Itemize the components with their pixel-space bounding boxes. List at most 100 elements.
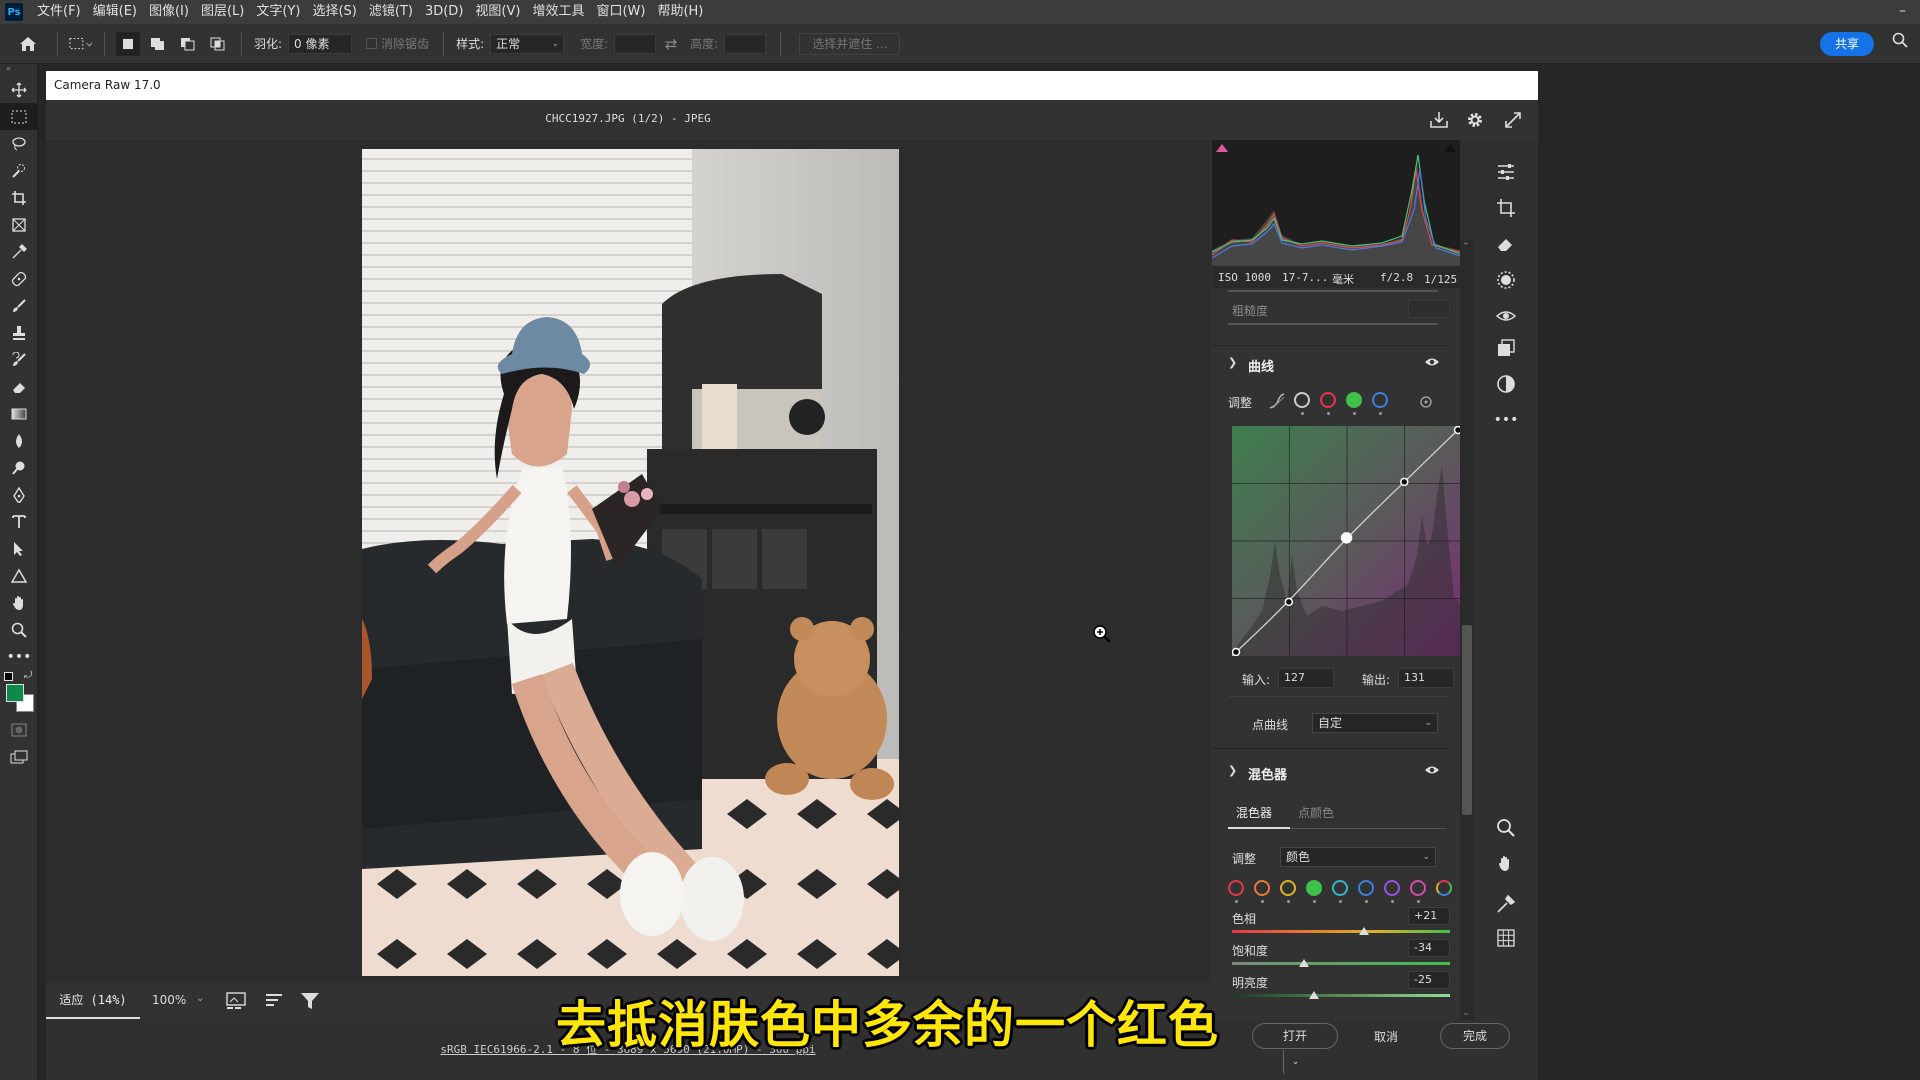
menu-plugins[interactable]: 增效工具 [526,0,590,24]
tab-color-mixer[interactable]: 混色器 [1236,804,1272,821]
eyedropper-tool-icon[interactable] [0,238,38,265]
lasso-tool-icon[interactable] [0,130,38,157]
pen-tool-icon[interactable] [0,481,38,508]
blur-tool-icon[interactable] [0,427,38,454]
color-swatch-button[interactable] [1254,880,1270,903]
scrollbar-thumb[interactable] [1462,625,1472,815]
color-swatch-button[interactable] [1358,880,1374,903]
mixer-slider-value[interactable]: -25 [1408,971,1450,989]
highlight-clipping-warning-icon[interactable] [1444,144,1456,152]
fit-zoom-tab[interactable]: 适应 (14%) [46,983,140,1019]
color-swatch-button[interactable] [1332,880,1348,903]
path-selection-tool-icon[interactable] [0,535,38,562]
eye-icon[interactable] [1424,356,1440,372]
color-mixer-section-header[interactable]: ❯ 混色器 [1212,754,1450,790]
open-options-chevron-icon[interactable]: ⌄ [1283,1050,1307,1074]
mixer-slider-value[interactable]: +21 [1408,907,1450,925]
scroll-up-icon[interactable]: ⌃ [1462,242,1470,252]
menu-3d[interactable]: 3D(D) [419,0,469,24]
shadow-clipping-warning-icon[interactable] [1216,144,1228,152]
more-tools-icon[interactable]: ••• [0,643,38,670]
screen-mode-icon[interactable] [0,743,38,770]
color-swatch-button[interactable] [1384,880,1400,903]
curve-control-point[interactable] [1284,597,1294,607]
mixer-slider-thumb[interactable] [1358,927,1369,935]
crop-rotate-icon[interactable] [1494,196,1518,220]
eraser-tool-icon[interactable] [0,373,38,400]
menu-filter[interactable]: 滤镜(T) [363,0,419,24]
rect-marquee-tool-icon[interactable] [0,103,38,130]
edit-sliders-icon[interactable] [1494,160,1518,184]
move-tool-icon[interactable] [0,76,38,103]
share-button[interactable]: 共享 [1820,32,1874,56]
eye-icon[interactable] [1424,764,1440,780]
photo-preview[interactable] [362,149,899,976]
antialias-checkbox[interactable]: 消除锯齿 [366,35,429,52]
red-eye-icon[interactable] [1494,304,1518,328]
menu-view[interactable]: 视图(V) [469,0,526,24]
frame-tool-icon[interactable] [0,211,38,238]
curve-graph[interactable] [1231,425,1460,657]
dodge-tool-icon[interactable] [0,454,38,481]
menu-select[interactable]: 选择(S) [306,0,362,24]
filter-icon[interactable] [300,991,320,1015]
remove-tool-icon[interactable] [1494,232,1518,256]
feather-input[interactable]: 0 像素 [288,33,353,54]
mixer-adjust-dropdown[interactable]: 颜色 ⌄ [1280,847,1436,867]
swap-icon[interactable]: ⇄ [659,32,683,56]
mixer-slider-track[interactable] [1232,994,1450,997]
color-swatch-button[interactable] [1228,880,1244,903]
before-after-icon[interactable] [226,991,248,1015]
menu-type[interactable]: 文字(Y) [250,0,306,24]
type-tool-icon[interactable] [0,508,38,535]
zoom-tool-icon[interactable] [1494,816,1518,840]
history-brush-tool-icon[interactable] [0,346,38,373]
color-swatch-button[interactable] [1306,880,1322,903]
save-icon[interactable] [1428,109,1450,131]
select-and-mask-button[interactable]: 选择并遮住 ... [799,32,901,55]
search-icon[interactable] [1892,32,1908,52]
color-swatch-button[interactable] [1280,880,1296,903]
curve-channel-green-button[interactable] [1346,392,1362,415]
sort-icon[interactable] [264,991,284,1015]
fullscreen-icon[interactable] [1502,109,1524,131]
mixer-slider-thumb[interactable] [1298,959,1309,967]
zoom-tool-icon[interactable] [0,616,38,643]
done-button[interactable]: 完成 [1440,1023,1510,1049]
mixer-slider-track[interactable] [1232,962,1450,965]
presets-icon[interactable] [1494,336,1518,360]
crop-tool-icon[interactable] [0,184,38,211]
home-icon[interactable] [16,32,40,56]
target-adjust-icon[interactable] [1418,394,1434,414]
menu-image[interactable]: 图像(I) [143,0,195,24]
expand-icon[interactable]: » [0,64,37,76]
subtract-selection-icon[interactable] [176,32,200,56]
mixer-slider-value[interactable]: -34 [1408,939,1450,957]
parametric-curve-icon[interactable] [1268,392,1286,414]
cancel-button[interactable]: 取消 [1374,1028,1398,1045]
curve-channel-rgb-button[interactable] [1294,392,1310,415]
image-preview-area[interactable] [46,140,1210,998]
marquee-preset-icon[interactable] [69,32,93,56]
minimize-button[interactable]: – [1899,0,1906,22]
menu-edit[interactable]: 编辑(E) [87,0,143,24]
width-input[interactable] [614,33,657,54]
new-selection-icon[interactable] [116,31,140,56]
menu-window[interactable]: 窗口(W) [590,0,651,24]
gradient-tool-icon[interactable] [0,400,38,427]
curve-input-field[interactable]: 127 [1278,668,1334,688]
foreground-color-swatch[interactable] [6,684,24,702]
menu-file[interactable]: 文件(F) [31,0,87,24]
grid-overlay-icon[interactable] [1494,926,1518,950]
chevron-down-icon[interactable]: ⌄ [196,993,204,1004]
hand-tool-icon[interactable] [1494,852,1518,876]
all-colors-swatch-button[interactable] [1436,880,1452,896]
curve-control-point[interactable] [1400,477,1409,487]
tab-point-color[interactable]: 点颜色 [1298,804,1334,821]
default-colors-icon[interactable] [4,672,13,681]
menu-layer[interactable]: 图层(L) [195,0,250,24]
snapshots-icon[interactable] [1494,372,1518,396]
panel-scrollbar[interactable]: ⌃ ⌄ [1460,240,1474,1020]
brush-tool-icon[interactable] [0,292,38,319]
color-swatch-button[interactable] [1410,880,1426,903]
